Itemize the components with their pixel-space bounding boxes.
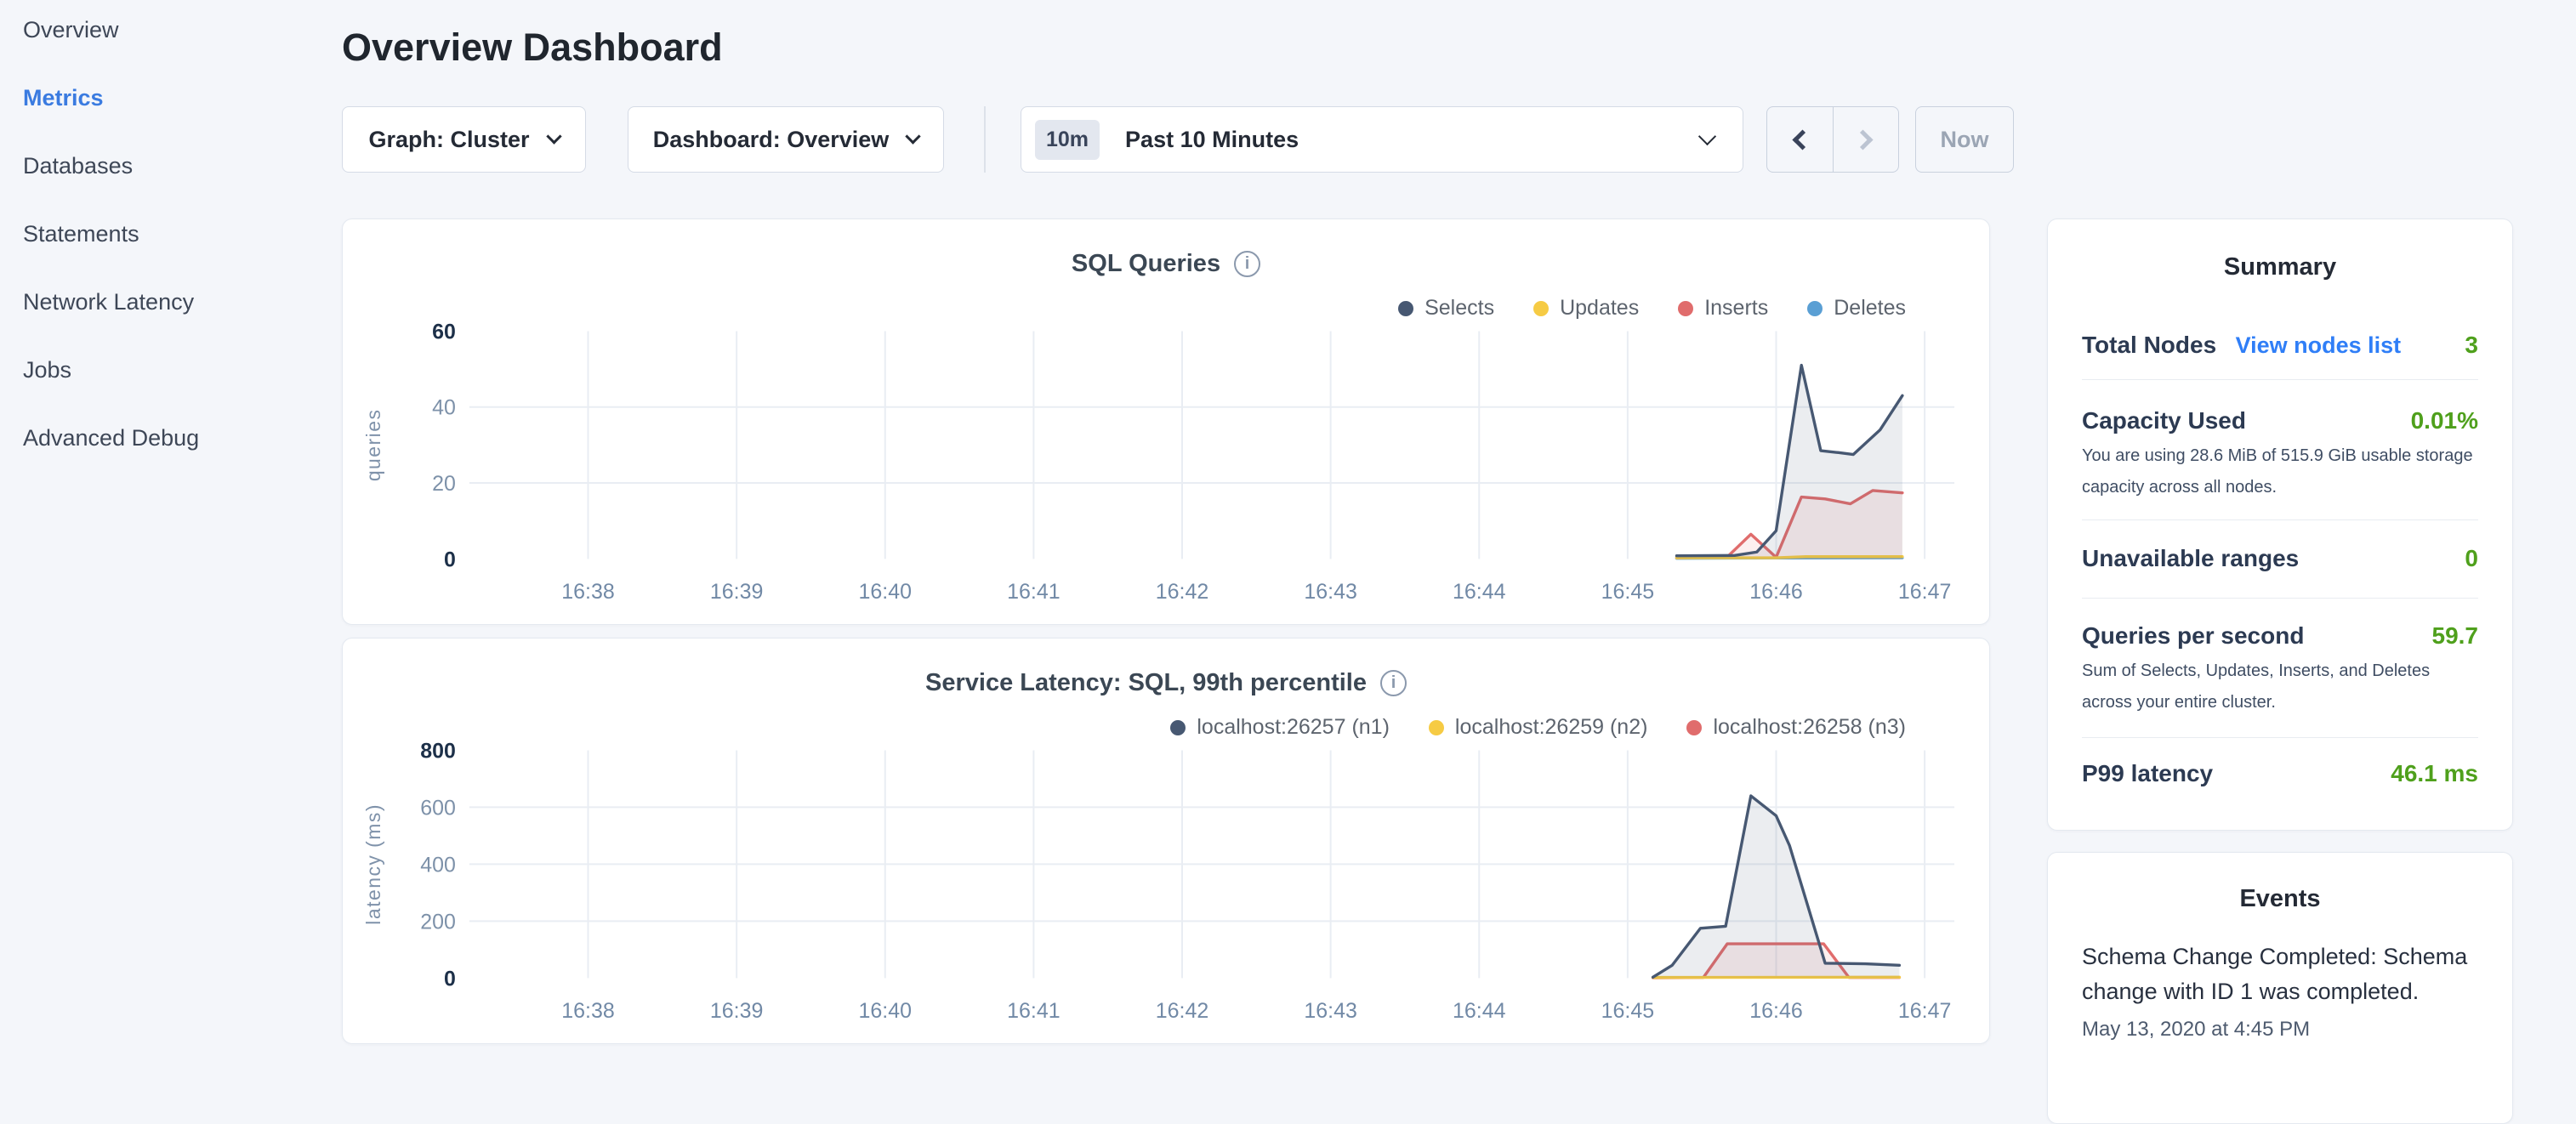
event-timestamp: May 13, 2020 at 4:45 PM bbox=[2082, 1018, 2310, 1042]
y-axis-tick-label: 20 bbox=[432, 472, 456, 496]
divider bbox=[2082, 379, 2478, 380]
chevron-down-icon bbox=[1698, 127, 1716, 145]
x-axis-tick-label: 16:40 bbox=[859, 580, 912, 604]
service-latency-chart-plot: 16:38 16:39 16:40 16:41 16:42 16:43 16:44 16:45… bbox=[343, 639, 1989, 1043]
chart-card-service-latency: Service Latency: SQL, 99th percentile lo… bbox=[342, 638, 1990, 1044]
summary-value: 46.1 ms bbox=[2391, 760, 2478, 787]
y-axis-unit-label: latency (ms) bbox=[362, 803, 384, 925]
x-axis-tick-label: 16:47 bbox=[1898, 999, 1951, 1023]
x-axis-tick-label: 16:47 bbox=[1898, 580, 1951, 604]
y-axis-tick-label: 800 bbox=[420, 739, 456, 763]
y-axis-unit-label: queries bbox=[362, 409, 384, 482]
y-axis-tick-label: 40 bbox=[432, 396, 456, 420]
event-text: Schema Change Completed: Schema change w… bbox=[2082, 940, 2480, 1009]
prev-timespan-button[interactable] bbox=[1767, 107, 1833, 172]
events-title: Events bbox=[2048, 885, 2512, 913]
chevron-down-icon bbox=[546, 128, 561, 144]
summary-value: 0 bbox=[2465, 545, 2478, 572]
x-axis-tick-label: 16:45 bbox=[1601, 999, 1654, 1023]
page-title: Overview Dashboard bbox=[342, 26, 723, 70]
summary-panel: Summary Total Nodes View nodes list 3 Ca… bbox=[2047, 219, 2513, 831]
summary-value: 59.7 bbox=[2432, 622, 2479, 650]
summary-subtext: You are using 28.6 MiB of 515.9 GiB usab… bbox=[2082, 440, 2482, 503]
dashboard-dropdown[interactable]: Dashboard: Overview bbox=[628, 106, 944, 173]
summary-label: Queries per second bbox=[2082, 622, 2304, 650]
sidebar-item-overview[interactable]: Overview bbox=[23, 17, 119, 43]
divider bbox=[2082, 737, 2478, 738]
y-axis-tick-label: 60 bbox=[432, 320, 456, 343]
y-axis-tick-label: 0 bbox=[444, 967, 456, 991]
events-panel: Events Schema Change Completed: Schema c… bbox=[2047, 852, 2513, 1124]
sidebar-item-statements[interactable]: Statements bbox=[23, 221, 139, 247]
y-axis-tick-label: 200 bbox=[420, 910, 456, 934]
sql-queries-chart-plot: 16:38 16:39 16:40 16:41 16:42 16:43 16:44 16:45… bbox=[343, 219, 1989, 624]
y-axis-tick-label: 400 bbox=[420, 853, 456, 877]
chevron-left-icon bbox=[1792, 129, 1812, 150]
x-axis-tick-label: 16:43 bbox=[1304, 999, 1356, 1023]
x-axis-tick-label: 16:44 bbox=[1453, 580, 1506, 604]
next-timespan-button[interactable] bbox=[1833, 107, 1899, 172]
time-window-label: Past 10 Minutes bbox=[1125, 127, 1299, 153]
summary-row-queries-per-second: Queries per second 59.7 bbox=[2082, 622, 2478, 650]
x-axis-tick-label: 16:38 bbox=[561, 999, 614, 1023]
series-area bbox=[1653, 796, 1900, 978]
x-axis-tick-label: 16:42 bbox=[1156, 999, 1208, 1023]
view-nodes-list-link[interactable]: View nodes list bbox=[2236, 332, 2402, 358]
graph-dropdown[interactable]: Graph: Cluster bbox=[342, 106, 586, 173]
series-area bbox=[1676, 366, 1902, 559]
summary-value: 3 bbox=[2465, 332, 2478, 359]
sidebar-item-metrics[interactable]: Metrics bbox=[23, 85, 104, 111]
summary-row-total-nodes: Total Nodes View nodes list 3 bbox=[2082, 332, 2478, 359]
x-axis-tick-label: 16:39 bbox=[710, 580, 763, 604]
sidebar-item-databases[interactable]: Databases bbox=[23, 153, 133, 179]
sidebar-item-jobs[interactable]: Jobs bbox=[23, 357, 71, 383]
graph-dropdown-label: Graph: Cluster bbox=[368, 127, 529, 153]
summary-label: Unavailable ranges bbox=[2082, 545, 2299, 572]
dashboard-dropdown-label: Dashboard: Overview bbox=[653, 127, 890, 153]
x-axis-tick-label: 16:46 bbox=[1749, 999, 1802, 1023]
divider bbox=[2082, 519, 2478, 520]
x-axis-tick-label: 16:38 bbox=[561, 580, 614, 604]
summary-label: P99 latency bbox=[2082, 760, 2213, 787]
summary-label: Capacity Used bbox=[2082, 407, 2246, 434]
summary-row-p99-latency: P99 latency 46.1 ms bbox=[2082, 760, 2478, 787]
x-axis-tick-label: 16:44 bbox=[1453, 999, 1506, 1023]
x-axis-tick-label: 16:45 bbox=[1601, 580, 1654, 604]
x-axis-tick-label: 16:40 bbox=[859, 999, 912, 1023]
x-axis-tick-label: 16:41 bbox=[1007, 999, 1060, 1023]
y-axis-tick-label: 600 bbox=[420, 796, 456, 820]
x-axis-tick-label: 16:43 bbox=[1304, 580, 1356, 604]
x-axis-tick-label: 16:41 bbox=[1007, 580, 1060, 604]
summary-row-unavailable-ranges: Unavailable ranges 0 bbox=[2082, 545, 2478, 572]
chevron-right-icon bbox=[1853, 129, 1874, 150]
sidebar-item-network-latency[interactable]: Network Latency bbox=[23, 289, 194, 315]
chevron-down-icon bbox=[906, 128, 921, 144]
summary-row-capacity-used: Capacity Used 0.01% bbox=[2082, 407, 2478, 434]
x-axis-tick-label: 16:39 bbox=[710, 999, 763, 1023]
sidebar-item-advanced-debug[interactable]: Advanced Debug bbox=[23, 425, 199, 451]
summary-title: Summary bbox=[2048, 253, 2512, 281]
x-axis-tick-label: 16:42 bbox=[1156, 580, 1208, 604]
chart-card-sql-queries: SQL Queries SelectsUpdatesInsertsDeletes… bbox=[342, 219, 1990, 625]
controls-divider bbox=[984, 106, 986, 173]
divider bbox=[2082, 598, 2478, 599]
x-axis-tick-label: 16:46 bbox=[1749, 580, 1802, 604]
now-button[interactable]: Now bbox=[1915, 106, 2014, 173]
time-scrub-arrows bbox=[1766, 106, 1899, 173]
summary-value: 0.01% bbox=[2411, 407, 2478, 434]
summary-subtext: Sum of Selects, Updates, Inserts, and De… bbox=[2082, 656, 2482, 718]
db-console-metrics-page: { "sidebar": { "items": [ { "label": "Ov… bbox=[0, 0, 2576, 1051]
time-window-badge: 10m bbox=[1035, 120, 1100, 160]
y-axis-tick-label: 0 bbox=[444, 548, 456, 571]
time-window-selector[interactable]: 10m Past 10 Minutes bbox=[1021, 106, 1743, 173]
summary-label: Total Nodes bbox=[2082, 332, 2216, 358]
